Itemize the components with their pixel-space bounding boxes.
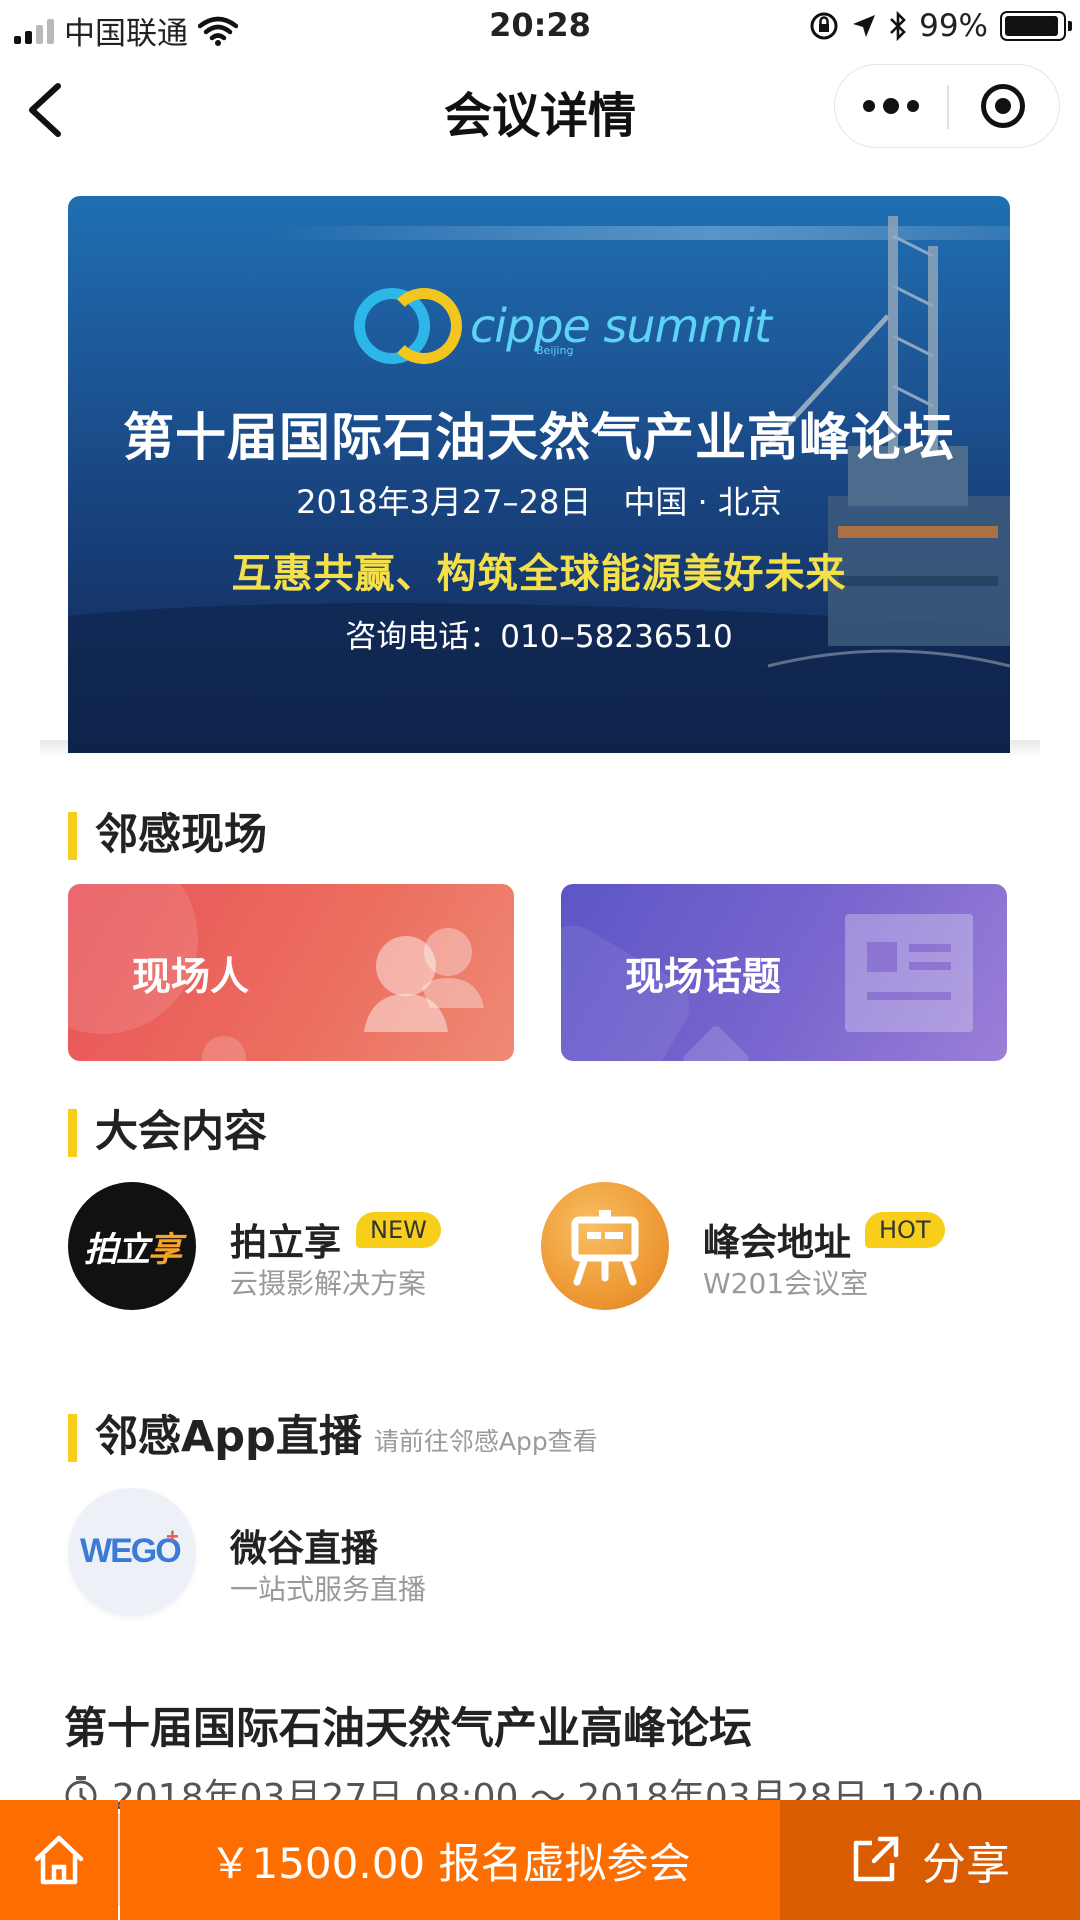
banner-date: 2018年3月27–28日 中国 · 北京 bbox=[296, 483, 782, 521]
logo-subtext: Beijing bbox=[536, 344, 574, 357]
section-hint: 请前往邻感App查看 bbox=[373, 1427, 598, 1456]
onsite-topics-card[interactable]: 现场话题 bbox=[561, 884, 1007, 1061]
status-right: 99% bbox=[809, 8, 1072, 44]
card-deco-dot bbox=[202, 1036, 246, 1061]
card-deco-diamond bbox=[680, 1023, 752, 1061]
rotation-lock-icon bbox=[810, 12, 838, 40]
battery-icon bbox=[1000, 11, 1072, 41]
share-icon bbox=[853, 1836, 899, 1882]
bluetooth-icon bbox=[890, 11, 906, 41]
item-name: 微谷直播 bbox=[230, 1527, 378, 1570]
status-bar: 中国联通 20:28 99% bbox=[0, 0, 1080, 54]
target-close-icon bbox=[981, 84, 1025, 128]
person-icon bbox=[364, 928, 484, 1032]
close-button[interactable] bbox=[947, 65, 1059, 147]
item-subtitle: 一站式服务直播 bbox=[230, 1573, 427, 1606]
share-label: 分享 bbox=[922, 1839, 1010, 1890]
location-arrow-icon bbox=[853, 15, 876, 37]
banner-background-art bbox=[68, 216, 1010, 753]
section-content-heading: 大会内容 bbox=[68, 1107, 267, 1157]
venue-avatar bbox=[541, 1182, 669, 1310]
home-button[interactable] bbox=[0, 1800, 118, 1920]
logo-text-b: 享 bbox=[148, 1229, 182, 1270]
card-label: 现场话题 bbox=[625, 955, 782, 1000]
easel-icon bbox=[571, 1210, 639, 1286]
onsite-people-card[interactable]: 现场人 bbox=[68, 884, 514, 1061]
live-item-wego[interactable]: WEGO + 微谷直播 一站式服务直播 bbox=[68, 1488, 508, 1618]
item-name: 峰会地址 bbox=[703, 1221, 851, 1264]
section-live-heading: 邻感App直播 请前往邻感App查看 bbox=[68, 1412, 598, 1462]
pailixiang-logo: 拍立享 bbox=[68, 1182, 196, 1310]
logo-text-a: 拍立 bbox=[84, 1229, 150, 1270]
battery-percent: 99% bbox=[919, 8, 988, 44]
home-icon bbox=[34, 1835, 84, 1885]
banner-phone: 咨询电话：010–58236510 bbox=[345, 619, 733, 655]
wego-wordmark: WEGO + bbox=[80, 1524, 183, 1570]
wego-logo: WEGO + bbox=[68, 1488, 196, 1616]
more-button[interactable] bbox=[835, 65, 947, 147]
item-subtitle: W201会议室 bbox=[703, 1267, 869, 1300]
card-label: 现场人 bbox=[132, 955, 250, 1000]
content-item-venue[interactable]: 峰会地址 HOT W201会议室 bbox=[541, 1182, 981, 1312]
cippe-logo-mark bbox=[354, 288, 462, 364]
logo-text: cippe summit bbox=[470, 299, 772, 353]
nav-bar: 会议详情 bbox=[0, 60, 1080, 156]
section-accent-bar bbox=[68, 1414, 77, 1462]
hot-badge: HOT bbox=[865, 1212, 945, 1248]
mini-program-capsule bbox=[834, 64, 1060, 148]
share-button[interactable]: 分享 bbox=[780, 1800, 1080, 1920]
section-accent-bar bbox=[68, 1109, 77, 1157]
new-badge: NEW bbox=[356, 1212, 441, 1248]
item-name: 拍立享 bbox=[230, 1221, 341, 1264]
banner-slogan: 互惠共赢、构筑全球能源美好未来 bbox=[231, 551, 847, 597]
article-icon bbox=[845, 914, 973, 1032]
section-title: 大会内容 bbox=[95, 1107, 267, 1157]
svg-text:+: + bbox=[166, 1524, 179, 1549]
event-banner[interactable]: cippe summit Beijing 第十届国际石油天然气产业高峰论坛 20… bbox=[68, 196, 1010, 753]
item-subtitle: 云摄影解决方案 bbox=[230, 1267, 427, 1300]
bottom-action-bar: ￥1500.00 报名虚拟参会 分享 bbox=[0, 1800, 1080, 1920]
event-title: 第十届国际石油天然气产业高峰论坛 bbox=[64, 1704, 752, 1754]
section-onsite-heading: 邻感现场 bbox=[68, 810, 267, 860]
section-accent-bar bbox=[68, 812, 77, 860]
banner-title: 第十届国际石油天然气产业高峰论坛 bbox=[122, 409, 955, 468]
content-item-pailixiang[interactable]: 拍立享 拍立享 NEW 云摄影解决方案 bbox=[68, 1182, 508, 1312]
signup-button[interactable]: ￥1500.00 报名虚拟参会 bbox=[120, 1800, 780, 1920]
section-title: 邻感App直播 bbox=[95, 1412, 362, 1462]
section-title: 邻感现场 bbox=[95, 810, 267, 860]
meeting-detail-page: 中国联通 20:28 99% 会议详情 cippe summit Beijing… bbox=[0, 0, 1080, 1920]
more-dots-icon bbox=[863, 98, 919, 114]
